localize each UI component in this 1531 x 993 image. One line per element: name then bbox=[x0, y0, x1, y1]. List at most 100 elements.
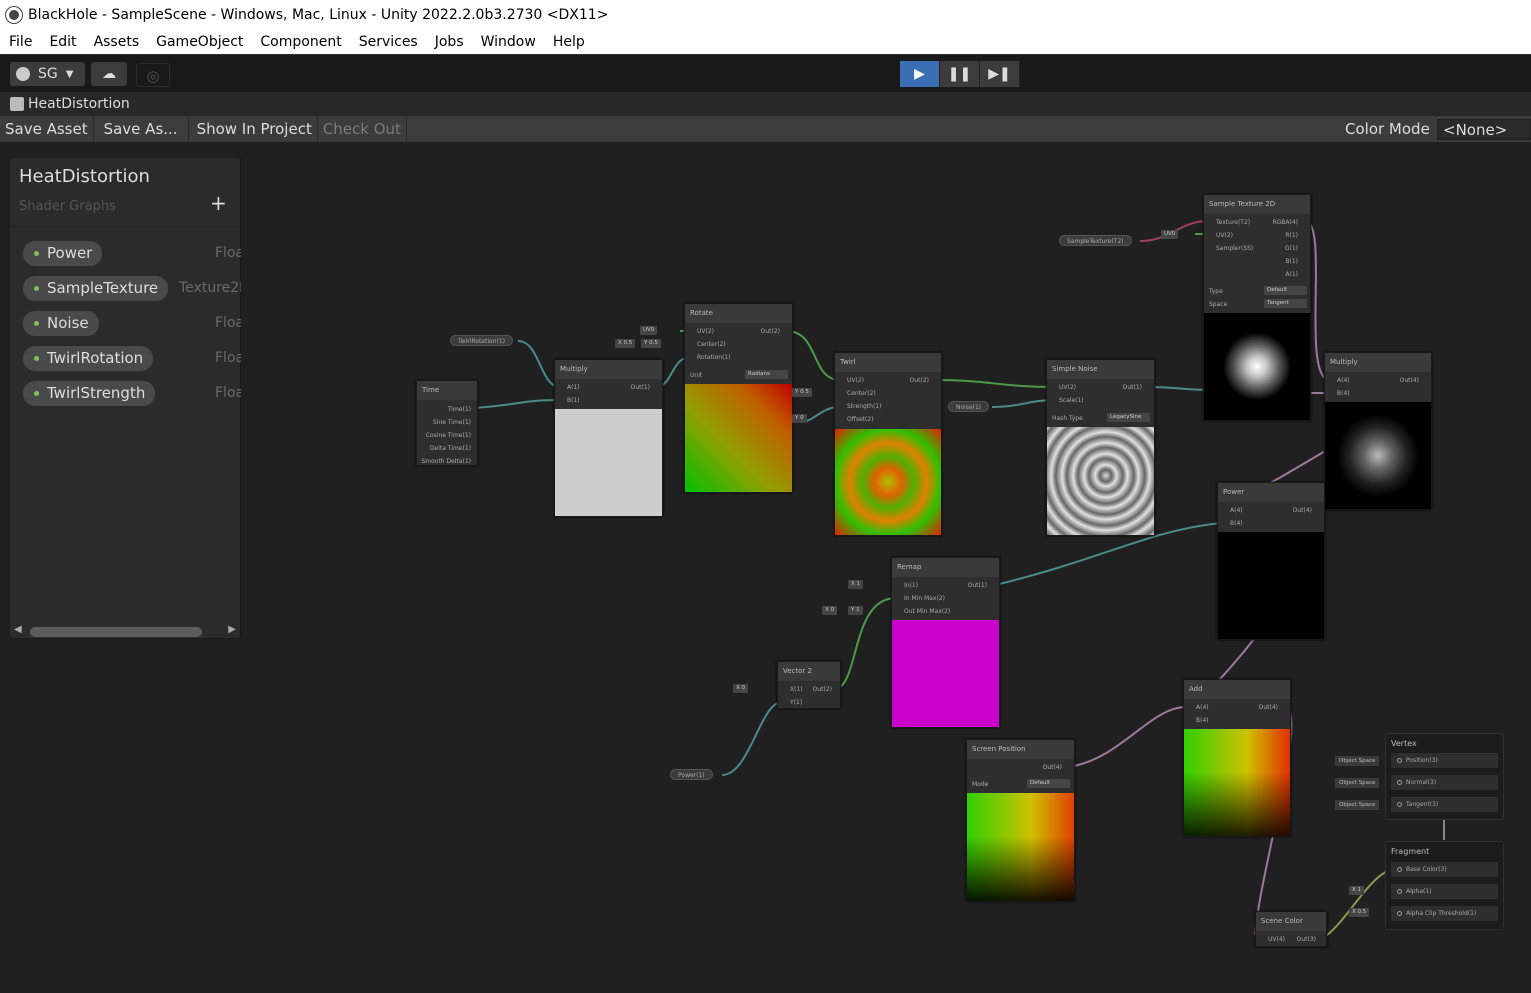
port-out[interactable]: Out(1) bbox=[968, 582, 987, 589]
scroll-thumb[interactable] bbox=[30, 627, 202, 637]
add-property-button[interactable]: + bbox=[210, 191, 227, 215]
port-offset[interactable]: Offset(2) bbox=[847, 416, 874, 423]
port-out[interactable]: Out(4) bbox=[1400, 377, 1419, 384]
port-a[interactable]: A(1) bbox=[1285, 271, 1298, 278]
simple-noise-node[interactable]: Simple Noise UV(2) Scale(1) Out(1) Hash … bbox=[1046, 359, 1155, 536]
port-rgba[interactable]: RGBA(4) bbox=[1272, 219, 1298, 226]
sampletexture-property-node[interactable]: SampleTexture(T2) bbox=[1059, 235, 1132, 246]
multiply-node[interactable]: Multiply A(4) B(4) Out(4) bbox=[1324, 352, 1432, 510]
space-dropdown[interactable]: Tangent bbox=[1264, 299, 1307, 308]
port-out[interactable]: Out(1) bbox=[631, 384, 650, 391]
tangent-space-field[interactable]: Object Space bbox=[1335, 800, 1380, 810]
port-b[interactable]: B(1) bbox=[1285, 258, 1298, 265]
property-noise[interactable]: Noise bbox=[23, 311, 99, 336]
time-node[interactable]: Time Time(1) Sine Time(1) Cosine Time(1)… bbox=[416, 380, 478, 466]
port-center[interactable]: Center(2) bbox=[697, 341, 726, 348]
port-in-min-max[interactable]: In Min Max(2) bbox=[904, 595, 945, 602]
alpha-block[interactable]: Alpha(1) bbox=[1391, 884, 1498, 899]
port-out[interactable]: Out(2) bbox=[910, 377, 929, 384]
center-y-field[interactable]: Y 0.5 bbox=[641, 339, 661, 348]
port-out[interactable]: Out(2) bbox=[761, 328, 780, 335]
multiply-node[interactable]: Multiply A(1) B(1) Out(1) bbox=[554, 359, 663, 517]
base-color-block[interactable]: Base Color(3) bbox=[1391, 862, 1498, 877]
vector2-x-field[interactable]: X 0 bbox=[733, 684, 749, 693]
property-twirlrotation[interactable]: TwirlRotation bbox=[23, 346, 154, 371]
port-uv[interactable]: UV(2) bbox=[1216, 232, 1233, 239]
position-space-field[interactable]: Object Space bbox=[1335, 756, 1380, 766]
twirl-node[interactable]: Twirl UV(2) Center(2) Strength(1) Offset… bbox=[834, 352, 942, 536]
hash-type-dropdown[interactable]: LegacySine bbox=[1107, 413, 1150, 422]
property-power[interactable]: Power bbox=[23, 241, 103, 266]
property-twirlstrength[interactable]: TwirlStrength bbox=[23, 381, 156, 406]
port-out[interactable]: Out(4) bbox=[1043, 764, 1062, 771]
port-a[interactable]: A(4) bbox=[1196, 704, 1209, 711]
port-sampler[interactable]: Sampler(SS) bbox=[1216, 245, 1253, 252]
normal-block[interactable]: Normal(3) bbox=[1391, 775, 1498, 790]
alpha-field[interactable]: X 1 bbox=[1349, 886, 1365, 895]
vertex-context[interactable]: Vertex Position(3) Normal(3) Tangent(3) bbox=[1385, 733, 1504, 820]
property-sampletexture[interactable]: SampleTexture bbox=[23, 276, 169, 301]
port-a[interactable]: A(1) bbox=[567, 384, 580, 391]
port-r[interactable]: R(1) bbox=[1285, 232, 1298, 239]
out-max-field[interactable]: Y 1 bbox=[848, 606, 863, 615]
scroll-right-icon[interactable]: ▶ bbox=[228, 624, 236, 635]
port-in[interactable]: In(1) bbox=[904, 582, 918, 589]
port-texture[interactable]: Texture(T2) bbox=[1216, 219, 1250, 226]
vector2-node[interactable]: Vector 2 X(1) Y(1) Out(2) bbox=[777, 661, 841, 709]
port-out[interactable]: Out(4) bbox=[1259, 704, 1278, 711]
uv-channel-field[interactable]: UV0 bbox=[1161, 230, 1179, 239]
port-g[interactable]: G(1) bbox=[1285, 245, 1298, 252]
offset-y-field[interactable]: Y 0 bbox=[792, 414, 807, 423]
fragment-context[interactable]: Fragment Base Color(3) Alpha(1) Alpha Cl… bbox=[1385, 841, 1504, 930]
in-x-field[interactable]: X 1 bbox=[848, 580, 864, 589]
scene-color-node[interactable]: Scene Color UV(4) Out(3) bbox=[1255, 911, 1327, 947]
port-uv[interactable]: UV(2) bbox=[847, 377, 864, 384]
port-out[interactable]: Out(3) bbox=[1297, 936, 1316, 943]
rotate-node[interactable]: Rotate UV(2) Center(2) Rotation(1) Out(2… bbox=[684, 303, 793, 493]
remap-node[interactable]: Remap In(1) In Min Max(2) Out Min Max(2)… bbox=[891, 557, 1000, 728]
horizontal-scrollbar[interactable]: ◀ ▶ bbox=[14, 624, 236, 638]
port-cosine-time[interactable]: Cosine Time(1) bbox=[426, 432, 471, 439]
port-scale[interactable]: Scale(1) bbox=[1059, 397, 1084, 404]
port-smooth-delta[interactable]: Smooth Delta(1) bbox=[421, 458, 471, 465]
tangent-block[interactable]: Tangent(3) bbox=[1391, 797, 1498, 812]
power-property-node[interactable]: Power(1) bbox=[670, 769, 713, 780]
add-node[interactable]: Add A(4) B(4) Out(4) bbox=[1183, 679, 1291, 837]
power-node[interactable]: Power A(4) B(4) Out(4) bbox=[1217, 482, 1325, 640]
port-center[interactable]: Center(2) bbox=[847, 390, 876, 397]
sample-texture-2d-node[interactable]: Sample Texture 2D Texture(T2) UV(2) Samp… bbox=[1203, 194, 1311, 421]
port-sine-time[interactable]: Sine Time(1) bbox=[433, 419, 471, 426]
position-block[interactable]: Position(3) bbox=[1391, 753, 1498, 768]
port-time[interactable]: Time(1) bbox=[448, 406, 471, 413]
port-rotation[interactable]: Rotation(1) bbox=[697, 354, 731, 361]
port-b[interactable]: B(4) bbox=[1230, 520, 1243, 527]
normal-space-field[interactable]: Object Space bbox=[1335, 778, 1380, 788]
port-x[interactable]: X(1) bbox=[790, 686, 803, 693]
noise-property-node[interactable]: Noise(1) bbox=[948, 401, 990, 412]
out-min-field[interactable]: X 0 bbox=[822, 606, 838, 615]
port-b[interactable]: B(1) bbox=[567, 397, 580, 404]
port-out[interactable]: Out(1) bbox=[1123, 384, 1142, 391]
port-strength[interactable]: Strength(1) bbox=[847, 403, 881, 410]
alpha-clip-block[interactable]: Alpha Clip Threshold(1) bbox=[1391, 906, 1498, 921]
port-uv[interactable]: UV(2) bbox=[1059, 384, 1076, 391]
type-dropdown[interactable]: Default bbox=[1264, 286, 1307, 295]
port-b[interactable]: B(4) bbox=[1337, 390, 1350, 397]
port-a[interactable]: A(4) bbox=[1337, 377, 1350, 384]
center-y-field[interactable]: Y 0.5 bbox=[792, 388, 812, 397]
mode-dropdown[interactable]: Default bbox=[1027, 779, 1070, 788]
port-out-min-max[interactable]: Out Min Max(2) bbox=[904, 608, 950, 615]
twirlrotation-property-node[interactable]: TwirlRotation(1) bbox=[450, 335, 513, 346]
uv-channel-field[interactable]: UV0 bbox=[640, 326, 658, 335]
port-b[interactable]: B(4) bbox=[1196, 717, 1209, 724]
unit-dropdown[interactable]: Radians bbox=[745, 370, 788, 379]
alpha-clip-field[interactable]: X 0.5 bbox=[1349, 908, 1370, 917]
port-a[interactable]: A(4) bbox=[1230, 507, 1243, 514]
screen-position-node[interactable]: Screen Position Out(4) Mode Default bbox=[966, 739, 1075, 902]
port-y[interactable]: Y(1) bbox=[790, 699, 802, 706]
port-out[interactable]: Out(2) bbox=[813, 686, 832, 693]
port-out[interactable]: Out(4) bbox=[1293, 507, 1312, 514]
port-uv[interactable]: UV(2) bbox=[697, 328, 714, 335]
port-delta-time[interactable]: Delta Time(1) bbox=[430, 445, 471, 452]
scroll-left-icon[interactable]: ◀ bbox=[14, 624, 22, 635]
